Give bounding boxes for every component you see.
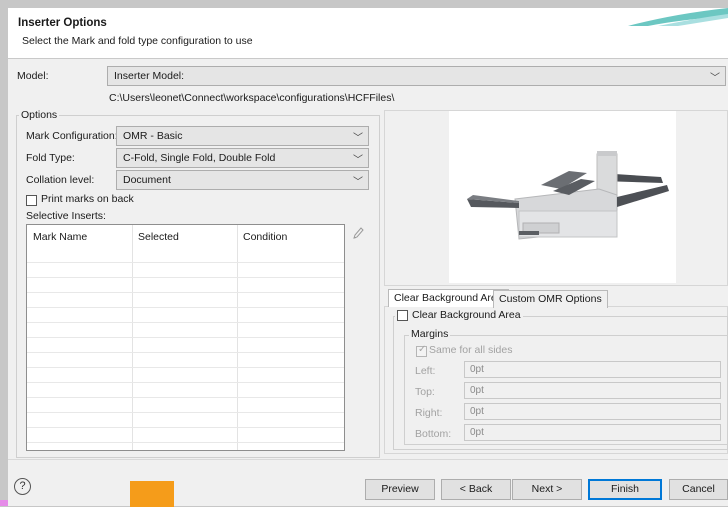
back-button[interactable]: < Back	[441, 479, 511, 500]
dialog-body: Model: Inserter Model: ﹀ C:\Users\leonet…	[8, 59, 728, 459]
same-for-all-sides-label: Same for all sides	[429, 344, 513, 356]
table-row[interactable]	[27, 308, 344, 323]
clear-background-group-title: Clear Background Area	[395, 309, 523, 321]
dialog-footer: ? Preview < Back Next > Finish Cancel	[8, 459, 728, 507]
print-marks-on-back-label: Print marks on back	[41, 193, 134, 205]
mark-configuration-label: Mark Configuration:	[26, 130, 118, 142]
next-button[interactable]: Next >	[512, 479, 582, 500]
selective-inserts-table[interactable]: Mark Name Selected Condition	[26, 224, 345, 451]
selective-inserts-label: Selective Inserts:	[26, 210, 106, 222]
margins-group-title: Margins	[409, 328, 451, 340]
table-row[interactable]	[27, 248, 344, 263]
left-margin-field[interactable]: 0pt	[464, 361, 721, 378]
top-margin-field[interactable]: 0pt	[464, 382, 721, 399]
mark-configuration-select[interactable]: OMR - Basic ﹀	[116, 126, 369, 146]
collation-level-value: Document	[123, 174, 171, 186]
fold-type-label: Fold Type:	[26, 152, 75, 164]
help-icon[interactable]: ?	[14, 478, 31, 495]
column-header-mark-name[interactable]: Mark Name	[33, 231, 87, 243]
tab-clear-background-area[interactable]: Clear Background Area	[388, 289, 509, 307]
table-row[interactable]	[27, 293, 344, 308]
right-margin-label: Right:	[415, 407, 443, 419]
bottom-margin-label: Bottom:	[415, 428, 452, 440]
mark-configuration-value: OMR - Basic	[123, 130, 183, 142]
table-row[interactable]	[27, 413, 344, 428]
tab-custom-omr-options[interactable]: Custom OMR Options	[493, 290, 608, 308]
dialog-subtitle: Select the Mark and fold type configurat…	[22, 35, 253, 47]
fold-type-value: C-Fold, Single Fold, Double Fold	[123, 152, 276, 164]
bottom-margin-field[interactable]: 0pt	[464, 424, 721, 441]
table-row[interactable]	[27, 383, 344, 398]
right-margin-field[interactable]: 0pt	[464, 403, 721, 420]
dialog-title: Inserter Options	[18, 17, 107, 29]
model-path: C:\Users\leonet\Connect\workspace\config…	[109, 92, 395, 104]
top-margin-label: Top:	[415, 386, 435, 398]
chevron-down-icon: ﹀	[353, 155, 363, 166]
model-select[interactable]: Inserter Model: ﹀	[107, 66, 726, 86]
table-row[interactable]	[27, 398, 344, 413]
collation-level-label: Collation level:	[26, 174, 95, 186]
inserter-machine-image	[449, 111, 676, 283]
chevron-down-icon: ﹀	[353, 177, 363, 188]
accent-marker	[130, 481, 174, 507]
preview-button[interactable]: Preview	[365, 479, 435, 500]
clear-background-label[interactable]: Clear Background Area	[412, 309, 521, 321]
pencil-icon[interactable]	[352, 226, 364, 240]
table-row[interactable]	[27, 368, 344, 383]
options-group-title: Options	[19, 109, 60, 121]
table-row[interactable]	[27, 323, 344, 338]
table-row[interactable]	[27, 278, 344, 293]
same-for-all-sides-checkbox[interactable]	[416, 344, 427, 357]
column-header-selected[interactable]: Selected	[138, 231, 179, 243]
table-row[interactable]	[27, 338, 344, 353]
model-select-value: Inserter Model:	[114, 70, 185, 82]
collation-level-select[interactable]: Document ﹀	[116, 170, 369, 190]
table-row[interactable]	[27, 428, 344, 443]
dialog-header: Inserter Options Select the Mark and fol…	[8, 8, 728, 58]
model-label: Model:	[17, 70, 49, 82]
taskbar-edge	[0, 500, 8, 506]
chevron-down-icon: ﹀	[353, 133, 363, 144]
chevron-down-icon: ﹀	[710, 73, 720, 84]
table-row[interactable]	[27, 353, 344, 368]
table-row[interactable]	[27, 263, 344, 278]
left-margin-label: Left:	[415, 365, 436, 377]
finish-button[interactable]: Finish	[588, 479, 662, 500]
column-header-condition[interactable]: Condition	[243, 231, 287, 243]
print-marks-on-back-checkbox[interactable]	[26, 195, 37, 206]
cancel-button[interactable]: Cancel	[669, 479, 728, 500]
clear-background-checkbox[interactable]	[397, 309, 408, 321]
fold-type-select[interactable]: C-Fold, Single Fold, Double Fold ﹀	[116, 148, 369, 168]
header-decoration	[628, 8, 728, 26]
